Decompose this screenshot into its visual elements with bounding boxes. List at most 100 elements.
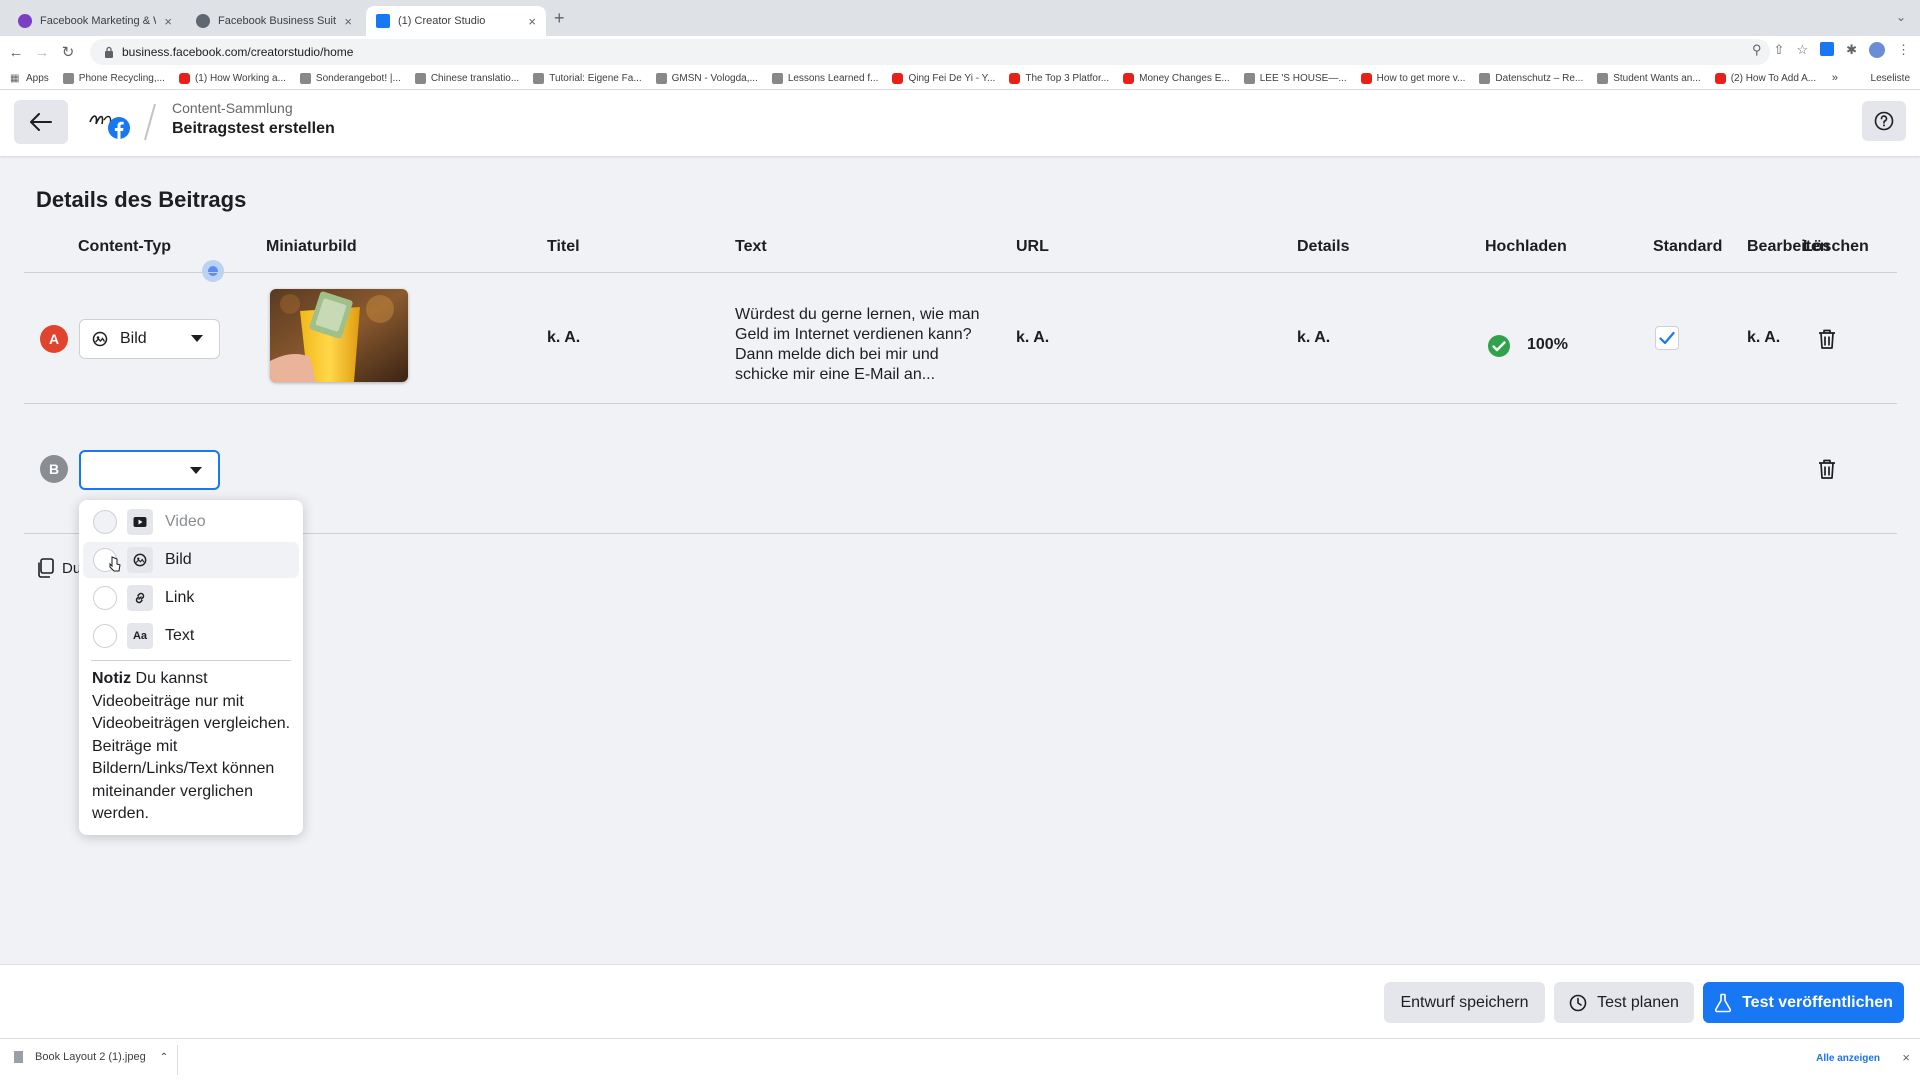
- site-favicon-icon: [771, 73, 783, 84]
- publish-test-label: Test veröffentlichen: [1742, 993, 1893, 1011]
- trash-icon[interactable]: [1817, 328, 1837, 350]
- bookmark-label: (1) How Working a...: [194, 73, 286, 84]
- edit-value-a: k. A.: [1747, 329, 1781, 346]
- new-tab-button[interactable]: +: [554, 8, 565, 29]
- site-favicon-icon: [62, 73, 74, 84]
- share-icon[interactable]: ⇧: [1774, 42, 1785, 58]
- bookmark-item[interactable]: (1) How Working a...: [178, 73, 286, 84]
- browser-tab-creator-studio[interactable]: (1) Creator Studio ×: [366, 6, 546, 36]
- reading-list-button[interactable]: Leseliste: [1862, 73, 1910, 84]
- browser-tab-business-suite[interactable]: Facebook Business Suite ×: [186, 6, 362, 36]
- row-badge-a: A: [40, 325, 68, 353]
- bookmark-item[interactable]: Datenschutz – Re...: [1479, 73, 1583, 84]
- row-divider: [24, 533, 1897, 534]
- image-icon: [127, 547, 153, 573]
- standard-checkbox-a[interactable]: [1655, 326, 1679, 350]
- youtube-icon: [1360, 73, 1372, 84]
- browser-tab-bar: Facebook Marketing & Werbe... × Facebook…: [0, 0, 1920, 36]
- show-all-downloads-button[interactable]: Alle anzeigen: [1816, 1053, 1880, 1064]
- duplicate-icon: [38, 558, 54, 578]
- column-header-upload: Hochladen: [1485, 238, 1567, 255]
- trash-icon[interactable]: [1817, 458, 1837, 480]
- bookmark-label: Lessons Learned f...: [787, 73, 879, 84]
- facebook-marketing-favicon-icon: [18, 14, 32, 28]
- bookmark-item[interactable]: Lessons Learned f...: [771, 73, 879, 84]
- bookmark-item[interactable]: Tutorial: Eigene Fa...: [533, 73, 642, 84]
- bookmark-label: LEE 'S HOUSE—...: [1259, 73, 1347, 84]
- option-label: Bild: [165, 551, 192, 568]
- tab-title: (1) Creator Studio: [398, 15, 486, 27]
- profile-avatar-icon[interactable]: [1869, 42, 1885, 58]
- bookmark-item[interactable]: Phone Recycling,...: [62, 73, 165, 84]
- tab-close-icon[interactable]: ×: [344, 14, 352, 29]
- radio-button[interactable]: [93, 586, 117, 610]
- site-favicon-icon: [1479, 73, 1491, 84]
- content-type-option-text[interactable]: Aa Text: [83, 618, 299, 654]
- page-title: Beitragstest erstellen: [172, 120, 335, 137]
- back-button[interactable]: [14, 100, 68, 144]
- bookmarks-overflow-icon[interactable]: »: [1825, 72, 1844, 84]
- forward-arrow-icon[interactable]: →: [32, 44, 52, 61]
- radio-button[interactable]: [93, 510, 117, 534]
- browser-tab-facebook-marketing[interactable]: Facebook Marketing & Werbe... ×: [8, 6, 182, 36]
- youtube-icon: [1123, 73, 1135, 84]
- url-value-a: k. A.: [1016, 329, 1050, 346]
- post-thumbnail[interactable]: [270, 289, 408, 382]
- save-draft-button[interactable]: Entwurf speichern: [1384, 982, 1545, 1023]
- bookmark-item[interactable]: ▦ Apps: [10, 73, 49, 84]
- lock-icon: [105, 46, 113, 58]
- content-type-select-b[interactable]: [79, 450, 220, 490]
- column-resize-handle[interactable]: [202, 260, 224, 282]
- bookmark-item[interactable]: GMSN - Vologda,...: [655, 73, 758, 84]
- bookmark-item[interactable]: Student Wants an...: [1597, 73, 1701, 84]
- text-icon: Aa: [127, 623, 153, 649]
- browser-menu-icon[interactable]: ⋮: [1897, 42, 1910, 58]
- site-favicon-icon: [299, 73, 311, 84]
- breadcrumb-parent[interactable]: Content-Sammlung: [172, 100, 293, 116]
- radio-button[interactable]: [93, 624, 117, 648]
- bookmark-label: Phone Recycling,...: [78, 73, 165, 84]
- arrow-left-icon: [30, 113, 52, 131]
- tab-search-button[interactable]: ⌄: [1896, 10, 1906, 24]
- publish-test-button[interactable]: Test veröffentlichen: [1703, 982, 1904, 1023]
- bookmark-label: GMSN - Vologda,...: [671, 73, 758, 84]
- tab-close-icon[interactable]: ×: [528, 14, 536, 29]
- schedule-test-button[interactable]: Test planen: [1554, 982, 1694, 1023]
- option-label: Link: [165, 589, 195, 606]
- address-bar[interactable]: business.facebook.com/creatorstudio/home: [90, 39, 1770, 65]
- content-type-select-a[interactable]: Bild: [79, 319, 220, 359]
- bookmark-item[interactable]: Qing Fei De Yi - Y...: [892, 73, 995, 84]
- tab-close-icon[interactable]: ×: [164, 14, 172, 29]
- back-arrow-icon[interactable]: ←: [6, 44, 26, 61]
- bookmark-item[interactable]: (2) How To Add A...: [1714, 73, 1816, 84]
- schedule-test-label: Test planen: [1597, 993, 1679, 1011]
- help-button[interactable]: [1862, 101, 1906, 141]
- content-type-option-video[interactable]: Video: [83, 504, 299, 540]
- duplicate-post-button[interactable]: Du: [36, 558, 81, 578]
- dropdown-note: Notiz Du kannst Videobeiträge nur mit Vi…: [92, 668, 297, 826]
- download-item[interactable]: Book Layout 2 (1).jpeg ⌃: [14, 1051, 168, 1063]
- zoom-icon[interactable]: ⚲: [1752, 42, 1762, 58]
- bookmark-item[interactable]: Sonderangebot! |...: [299, 73, 401, 84]
- details-value-a: k. A.: [1297, 329, 1331, 346]
- extensions-puzzle-icon[interactable]: ✱: [1846, 42, 1857, 58]
- bookmark-item[interactable]: The Top 3 Platfor...: [1009, 73, 1109, 84]
- bookmark-item[interactable]: How to get more v...: [1360, 73, 1465, 84]
- facebook-extension-icon[interactable]: [1820, 42, 1835, 56]
- bookmark-item[interactable]: LEE 'S HOUSE—...: [1243, 73, 1347, 84]
- upload-progress-a: 100%: [1527, 336, 1568, 353]
- bookmark-star-icon[interactable]: ☆: [1796, 42, 1808, 58]
- bookmark-label: Apps: [26, 73, 49, 84]
- flask-icon: [1714, 993, 1732, 1012]
- browser-extension-icons: ⚲ ⇧ ☆ ✱ ⋮: [1752, 42, 1910, 58]
- content-type-dropdown-menu: Video Bild Link Aa Text Notiz Du kannst …: [79, 500, 303, 835]
- bookmark-item[interactable]: Chinese translatio...: [414, 73, 519, 84]
- reload-icon[interactable]: ↻: [58, 43, 78, 61]
- column-header-thumbnail: Miniaturbild: [266, 238, 357, 255]
- caret-down-icon: [191, 335, 203, 342]
- bookmark-item[interactable]: Money Changes E...: [1123, 73, 1230, 84]
- column-header-text: Text: [735, 238, 767, 255]
- content-type-option-link[interactable]: Link: [83, 580, 299, 616]
- close-downloads-icon[interactable]: ×: [1902, 1050, 1910, 1065]
- chevron-up-icon[interactable]: ⌃: [160, 1052, 168, 1063]
